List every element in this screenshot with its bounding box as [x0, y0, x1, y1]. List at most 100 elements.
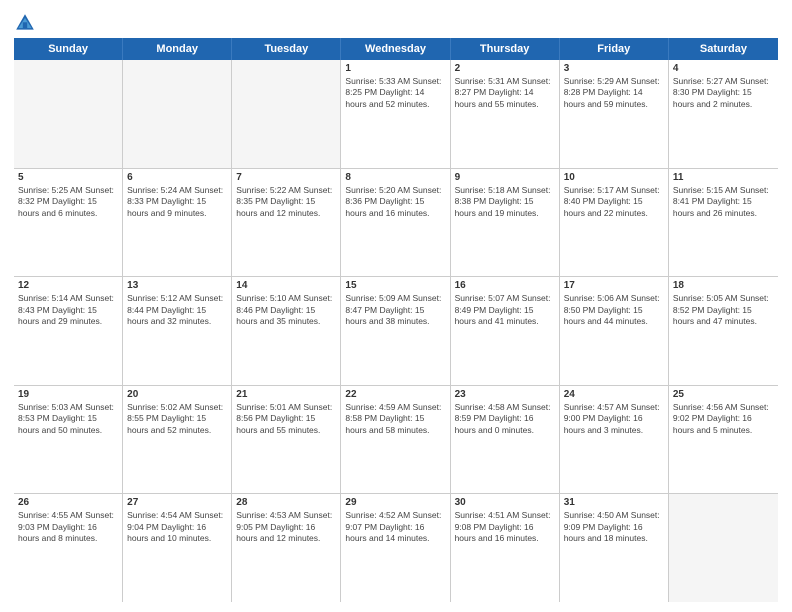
calendar-cell: 11Sunrise: 5:15 AM Sunset: 8:41 PM Dayli… [669, 169, 778, 277]
cell-text: Sunrise: 4:56 AM Sunset: 9:02 PM Dayligh… [673, 402, 774, 436]
calendar-cell: 28 Sunrise: 4:53 AM Sunset: 9:05 PM Dayli… [232, 494, 341, 602]
calendar-cell: 25 Sunrise: 4:56 AM Sunset: 9:02 PM Dayli… [669, 386, 778, 494]
calendar-cell: 9 Sunrise: 5:18 AM Sunset: 8:38 PM Daylig… [451, 169, 560, 277]
day-number: 8 [345, 172, 445, 183]
calendar-cell: 8 Sunrise: 5:20 AM Sunset: 8:36 PM Daylig… [341, 169, 450, 277]
calendar-row: 5 Sunrise: 5:25 AM Sunset: 8:32 PM Daylig… [14, 169, 778, 278]
calendar-cell: 16 Sunrise: 5:07 AM Sunset: 8:49 PM Dayli… [451, 277, 560, 385]
cell-text: Sunrise: 5:07 AM Sunset: 8:49 PM Dayligh… [455, 293, 555, 327]
cell-text: Sunrise: 5:06 AM Sunset: 8:50 PM Dayligh… [564, 293, 664, 327]
calendar-cell: 1 Sunrise: 5:33 AM Sunset: 8:25 PM Daylig… [341, 60, 450, 168]
weekday-header: Saturday [669, 38, 778, 60]
day-number: 7 [236, 172, 336, 183]
calendar-cell: 12 Sunrise: 5:14 AM Sunset: 8:43 PM Dayli… [14, 277, 123, 385]
cell-text: Sunrise: 4:58 AM Sunset: 8:59 PM Dayligh… [455, 402, 555, 436]
day-number: 15 [345, 280, 445, 291]
calendar-cell [232, 60, 341, 168]
calendar-cell: 21Sunrise: 5:01 AM Sunset: 8:56 PM Dayli… [232, 386, 341, 494]
day-number: 19 [18, 389, 118, 400]
cell-text: Sunrise: 4:52 AM Sunset: 9:07 PM Dayligh… [345, 510, 445, 544]
calendar-cell: 5 Sunrise: 5:25 AM Sunset: 8:32 PM Daylig… [14, 169, 123, 277]
logo-icon [14, 12, 36, 34]
cell-text: Sunrise: 5:20 AM Sunset: 8:36 PM Dayligh… [345, 185, 445, 219]
day-number: 2 [455, 63, 555, 74]
weekday-header: Thursday [451, 38, 560, 60]
weekday-header: Monday [123, 38, 232, 60]
calendar-cell: 17Sunrise: 5:06 AM Sunset: 8:50 PM Dayli… [560, 277, 669, 385]
cell-text: Sunrise: 4:50 AM Sunset: 9:09 PM Dayligh… [564, 510, 664, 544]
day-number: 27 [127, 497, 227, 508]
day-number: 13 [127, 280, 227, 291]
weekday-header: Tuesday [232, 38, 341, 60]
calendar-cell [669, 494, 778, 602]
calendar-cell: 22 Sunrise: 4:59 AM Sunset: 8:58 PM Dayli… [341, 386, 450, 494]
cell-text: Sunrise: 5:31 AM Sunset: 8:27 PM Dayligh… [455, 76, 555, 110]
calendar-cell: 15Sunrise: 5:09 AM Sunset: 8:47 PM Dayli… [341, 277, 450, 385]
calendar-row: 12 Sunrise: 5:14 AM Sunset: 8:43 PM Dayli… [14, 277, 778, 386]
cell-text: Sunrise: 4:51 AM Sunset: 9:08 PM Dayligh… [455, 510, 555, 544]
weekday-header: Wednesday [341, 38, 450, 60]
day-number: 14 [236, 280, 336, 291]
calendar-cell: 10Sunrise: 5:17 AM Sunset: 8:40 PM Dayli… [560, 169, 669, 277]
calendar: SundayMondayTuesdayWednesdayThursdayFrid… [14, 38, 778, 602]
cell-text: Sunrise: 5:29 AM Sunset: 8:28 PM Dayligh… [564, 76, 664, 110]
cell-text: Sunrise: 4:53 AM Sunset: 9:05 PM Dayligh… [236, 510, 336, 544]
calendar-cell: 7 Sunrise: 5:22 AM Sunset: 8:35 PM Daylig… [232, 169, 341, 277]
calendar-cell: 27 Sunrise: 4:54 AM Sunset: 9:04 PM Dayli… [123, 494, 232, 602]
calendar-cell: 31Sunrise: 4:50 AM Sunset: 9:09 PM Dayli… [560, 494, 669, 602]
cell-text: Sunrise: 5:01 AM Sunset: 8:56 PM Dayligh… [236, 402, 336, 436]
day-number: 30 [455, 497, 555, 508]
calendar-cell: 24 Sunrise: 4:57 AM Sunset: 9:00 PM Dayli… [560, 386, 669, 494]
cell-text: Sunrise: 5:22 AM Sunset: 8:35 PM Dayligh… [236, 185, 336, 219]
calendar-cell: 20 Sunrise: 5:02 AM Sunset: 8:55 PM Dayli… [123, 386, 232, 494]
day-number: 22 [345, 389, 445, 400]
day-number: 24 [564, 389, 664, 400]
day-number: 9 [455, 172, 555, 183]
cell-text: Sunrise: 5:25 AM Sunset: 8:32 PM Dayligh… [18, 185, 118, 219]
day-number: 28 [236, 497, 336, 508]
day-number: 6 [127, 172, 227, 183]
day-number: 5 [18, 172, 118, 183]
day-number: 3 [564, 63, 664, 74]
cell-text: Sunrise: 4:59 AM Sunset: 8:58 PM Dayligh… [345, 402, 445, 436]
calendar-cell: 6 Sunrise: 5:24 AM Sunset: 8:33 PM Daylig… [123, 169, 232, 277]
day-number: 29 [345, 497, 445, 508]
cell-text: Sunrise: 4:57 AM Sunset: 9:00 PM Dayligh… [564, 402, 664, 436]
cell-text: Sunrise: 5:14 AM Sunset: 8:43 PM Dayligh… [18, 293, 118, 327]
calendar-cell: 4Sunrise: 5:27 AM Sunset: 8:30 PM Daylig… [669, 60, 778, 168]
cell-text: Sunrise: 5:18 AM Sunset: 8:38 PM Dayligh… [455, 185, 555, 219]
weekday-header: Sunday [14, 38, 123, 60]
day-number: 11 [673, 172, 774, 183]
cell-text: Sunrise: 5:33 AM Sunset: 8:25 PM Dayligh… [345, 76, 445, 110]
calendar-cell: 18 Sunrise: 5:05 AM Sunset: 8:52 PM Dayli… [669, 277, 778, 385]
day-number: 10 [564, 172, 664, 183]
day-number: 23 [455, 389, 555, 400]
day-number: 18 [673, 280, 774, 291]
calendar-cell: 14 Sunrise: 5:10 AM Sunset: 8:46 PM Dayli… [232, 277, 341, 385]
day-number: 16 [455, 280, 555, 291]
cell-text: Sunrise: 5:12 AM Sunset: 8:44 PM Dayligh… [127, 293, 227, 327]
cell-text: Sunrise: 5:10 AM Sunset: 8:46 PM Dayligh… [236, 293, 336, 327]
cell-text: Sunrise: 5:03 AM Sunset: 8:53 PM Dayligh… [18, 402, 118, 436]
calendar-row: 26 Sunrise: 4:55 AM Sunset: 9:03 PM Dayli… [14, 494, 778, 602]
day-number: 1 [345, 63, 445, 74]
calendar-row: 19 Sunrise: 5:03 AM Sunset: 8:53 PM Dayli… [14, 386, 778, 495]
cell-text: Sunrise: 5:27 AM Sunset: 8:30 PM Dayligh… [673, 76, 774, 110]
weekday-header: Friday [560, 38, 669, 60]
cell-text: Sunrise: 5:02 AM Sunset: 8:55 PM Dayligh… [127, 402, 227, 436]
calendar-cell [123, 60, 232, 168]
calendar-cell: 29 Sunrise: 4:52 AM Sunset: 9:07 PM Dayli… [341, 494, 450, 602]
day-number: 12 [18, 280, 118, 291]
cell-text: Sunrise: 4:55 AM Sunset: 9:03 PM Dayligh… [18, 510, 118, 544]
day-number: 20 [127, 389, 227, 400]
day-number: 26 [18, 497, 118, 508]
calendar-header: SundayMondayTuesdayWednesdayThursdayFrid… [14, 38, 778, 60]
calendar-cell [14, 60, 123, 168]
cell-text: Sunrise: 5:24 AM Sunset: 8:33 PM Dayligh… [127, 185, 227, 219]
calendar-cell: 23 Sunrise: 4:58 AM Sunset: 8:59 PM Dayli… [451, 386, 560, 494]
calendar-cell: 19 Sunrise: 5:03 AM Sunset: 8:53 PM Dayli… [14, 386, 123, 494]
logo [14, 12, 39, 34]
cell-text: Sunrise: 4:54 AM Sunset: 9:04 PM Dayligh… [127, 510, 227, 544]
day-number: 25 [673, 389, 774, 400]
cell-text: Sunrise: 5:05 AM Sunset: 8:52 PM Dayligh… [673, 293, 774, 327]
